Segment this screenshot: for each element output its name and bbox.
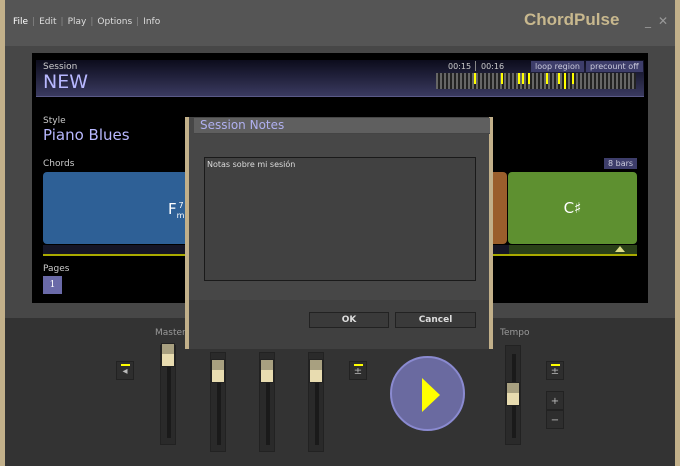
chord-quality: m (176, 211, 185, 220)
tempo-minus-button[interactable]: − (546, 410, 564, 429)
speaker-icon: ◂ (122, 366, 128, 377)
play-button[interactable] (390, 356, 465, 431)
minimize-button[interactable]: _ (645, 14, 651, 28)
loop-region-button[interactable]: loop region (531, 61, 584, 72)
cancel-button[interactable]: Cancel (395, 312, 476, 328)
chord-root: F (168, 200, 177, 218)
time-elapsed: 00:15 (448, 62, 472, 71)
playhead-marker[interactable] (615, 246, 625, 252)
page-button[interactable]: 1 (43, 276, 62, 294)
time-total: 00:16 (481, 62, 505, 71)
ok-button[interactable]: OK (309, 312, 389, 328)
master-label: Master (155, 328, 186, 338)
notes-textarea[interactable]: Notas sobre mi sesión (204, 157, 476, 281)
master-fader-knob[interactable] (161, 343, 175, 367)
menu-info[interactable]: Info (143, 17, 160, 27)
keyboard-display (436, 73, 636, 89)
link-icon: ± (550, 366, 560, 377)
menu-file[interactable]: File (13, 17, 28, 27)
link-button[interactable]: ± (349, 361, 367, 380)
chord-extension: 7 (178, 201, 184, 210)
mute-button[interactable]: ◂ (116, 361, 134, 380)
chords-label: Chords (43, 159, 75, 169)
bars-count[interactable]: 8 bars (604, 158, 638, 169)
dialog-title: Session Notes (194, 118, 490, 134)
channel-fader-knob[interactable] (309, 359, 323, 383)
chord-block[interactable]: C♯ (508, 172, 637, 244)
tempo-plus-button[interactable]: + (546, 391, 564, 410)
time-divider (475, 61, 476, 71)
channel-fader-knob[interactable] (211, 359, 225, 383)
precount-button[interactable]: precount off (586, 61, 643, 72)
app-logo: ChordPulse (524, 10, 620, 29)
session-notes-dialog: Session Notes Notas sobre mi sesión OK C… (185, 117, 493, 349)
tempo-label: Tempo (500, 328, 530, 338)
style-name[interactable]: Piano Blues (43, 126, 130, 144)
session-name[interactable]: NEW (43, 71, 88, 93)
channel-fader-knob[interactable] (260, 359, 274, 383)
menu-bar: File | Edit | Play | Options | Info (13, 17, 161, 27)
menu-play[interactable]: Play (68, 17, 87, 27)
menu-options[interactable]: Options (97, 17, 132, 27)
link-icon: ± (353, 366, 363, 377)
pages-label: Pages (43, 264, 70, 274)
tempo-link-button[interactable]: ± (546, 361, 564, 380)
chord-root: C♯ (563, 199, 582, 217)
menu-edit[interactable]: Edit (39, 17, 56, 27)
tempo-fader-knob[interactable] (506, 382, 520, 406)
play-icon (422, 378, 440, 412)
close-button[interactable]: ✕ (658, 14, 668, 28)
style-label: Style (43, 116, 66, 126)
